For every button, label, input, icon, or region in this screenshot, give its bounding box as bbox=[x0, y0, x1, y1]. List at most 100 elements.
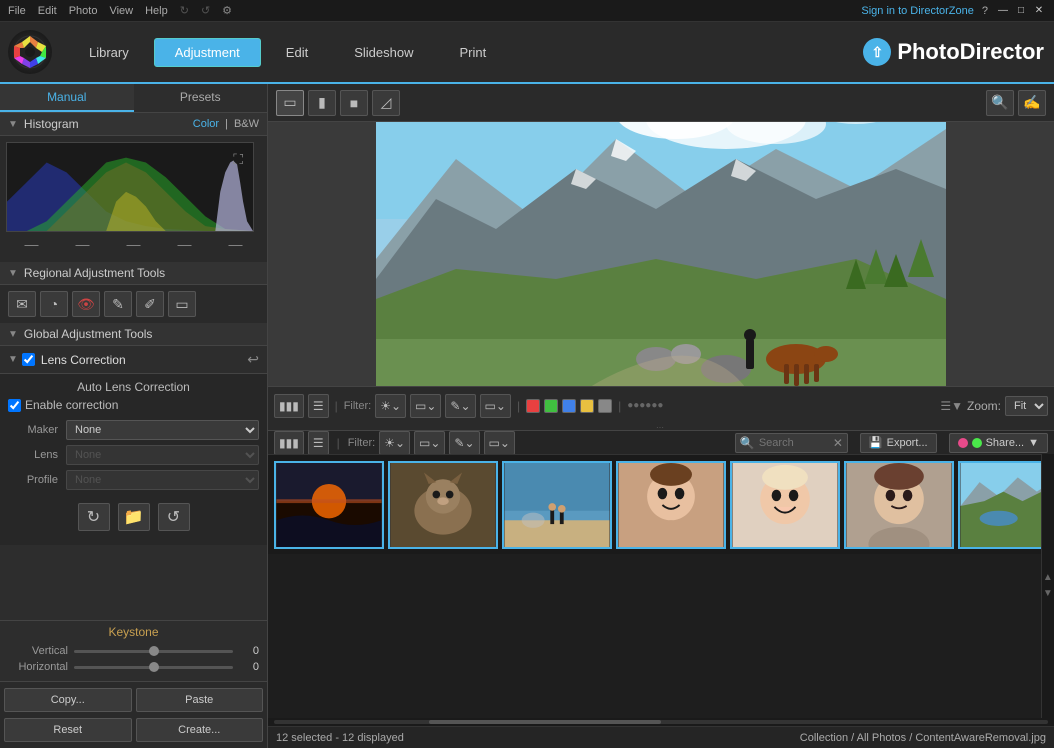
horizontal-slider-thumb[interactable] bbox=[149, 662, 159, 672]
hist-ctrl-3[interactable]: — bbox=[127, 236, 141, 252]
view-fullscreen-btn[interactable]: ◿ bbox=[372, 90, 400, 116]
rect-tool[interactable]: ▭ bbox=[168, 291, 196, 317]
rotate-ccw-icon[interactable]: ↺ bbox=[158, 503, 190, 531]
eye-tool[interactable]: 👁 bbox=[72, 291, 100, 317]
vertical-slider-track[interactable] bbox=[74, 650, 233, 653]
maker-select[interactable]: None bbox=[66, 420, 259, 440]
rotate-cw-icon[interactable]: ↻ bbox=[78, 503, 110, 531]
view-filmstrip-btn[interactable]: ▮▮▮ bbox=[274, 394, 304, 418]
filmstrip-list-btn[interactable]: ☰ bbox=[308, 431, 329, 455]
tab-print[interactable]: Print bbox=[438, 38, 507, 67]
filmstrip-filter-all[interactable]: ☀⌄ bbox=[379, 431, 410, 455]
export-button[interactable]: 💾 Export... bbox=[860, 433, 937, 453]
search-input[interactable] bbox=[759, 437, 829, 449]
tab-library[interactable]: Library bbox=[68, 38, 150, 67]
toolbar-settings-icon[interactable]: ⚙ bbox=[222, 4, 232, 17]
lens-correction-checkbox[interactable] bbox=[22, 353, 35, 366]
view-grid-btn[interactable]: ■ bbox=[340, 90, 368, 116]
close-button[interactable]: ✕ bbox=[1032, 4, 1046, 18]
hist-ctrl-5[interactable]: — bbox=[229, 236, 243, 252]
histogram-color-btn[interactable]: Color bbox=[193, 118, 219, 130]
minimize-button[interactable]: — bbox=[996, 4, 1010, 18]
filmstrip-thumb-2[interactable] bbox=[388, 461, 498, 549]
regional-tools-header[interactable]: ▼ Regional Adjustment Tools bbox=[0, 262, 267, 285]
color-filter-green[interactable] bbox=[544, 399, 558, 413]
search-box[interactable]: 🔍 ✕ bbox=[735, 433, 848, 453]
folder-icon[interactable]: 📁 bbox=[118, 503, 150, 531]
toolbar-forward-icon[interactable]: ↺ bbox=[201, 4, 210, 17]
view-single-btn[interactable]: ▭ bbox=[276, 90, 304, 116]
tab-edit[interactable]: Edit bbox=[265, 38, 329, 67]
filter-brush-btn[interactable]: ✎⌄ bbox=[445, 394, 475, 418]
reset-button[interactable]: Reset bbox=[4, 718, 132, 742]
maximize-button[interactable]: □ bbox=[1014, 4, 1028, 18]
menu-file[interactable]: File bbox=[8, 5, 26, 17]
filter-extra-btn[interactable]: ▭⌄ bbox=[480, 394, 511, 418]
tab-slideshow[interactable]: Slideshow bbox=[333, 38, 434, 67]
zoom-tool-btn[interactable]: 🔍 bbox=[986, 90, 1014, 116]
share-dropdown-icon[interactable]: ▼ bbox=[1028, 437, 1039, 449]
lens-select[interactable]: None bbox=[66, 445, 259, 465]
filmstrip-filter-brush[interactable]: ✎⌄ bbox=[449, 431, 479, 455]
search-clear-icon[interactable]: ✕ bbox=[833, 436, 843, 450]
filmstrip-thumb-3[interactable] bbox=[502, 461, 612, 549]
filmstrip-filter-extra[interactable]: ▭⌄ bbox=[484, 431, 515, 455]
color-filter-red[interactable] bbox=[526, 399, 540, 413]
filmstrip-thumb-4[interactable] bbox=[616, 461, 726, 549]
scroll-down-arrow[interactable]: ▼ bbox=[1043, 586, 1053, 602]
view-list-btn[interactable]: ☰ bbox=[308, 394, 329, 418]
crop-tool[interactable]: ✉ bbox=[8, 291, 36, 317]
global-tools-header[interactable]: ▼ Global Adjustment Tools bbox=[0, 323, 267, 346]
lens-correction-header[interactable]: ▼ Lens Correction ↩ bbox=[0, 346, 267, 374]
thumb-2-image bbox=[390, 463, 496, 547]
tab-presets[interactable]: Presets bbox=[134, 84, 268, 112]
gradient-tool[interactable]: ◔ bbox=[40, 291, 68, 317]
toolbar-back-icon[interactable]: ↻ bbox=[180, 4, 189, 17]
help-icon[interactable]: ? bbox=[982, 5, 988, 17]
filmstrip-thumb-5[interactable] bbox=[730, 461, 840, 549]
filmstrip-thumb-7[interactable]: ✏ bbox=[958, 461, 1041, 549]
scrollbar-track[interactable] bbox=[274, 720, 1048, 724]
vertical-slider-thumb[interactable] bbox=[149, 646, 159, 656]
color-filter-blue[interactable] bbox=[562, 399, 576, 413]
enable-correction-checkbox[interactable] bbox=[8, 399, 21, 412]
lens-reset-icon[interactable]: ↩ bbox=[247, 351, 259, 368]
zoom-select[interactable]: Fit bbox=[1005, 396, 1048, 416]
hist-ctrl-4[interactable]: — bbox=[178, 236, 192, 252]
copy-button[interactable]: Copy... bbox=[4, 688, 132, 712]
filmstrip-thumb-1[interactable] bbox=[274, 461, 384, 549]
sort-icon[interactable]: ☰▼ bbox=[940, 399, 963, 413]
create-button[interactable]: Create... bbox=[136, 718, 264, 742]
histogram-bw-btn[interactable]: B&W bbox=[234, 118, 259, 130]
hist-ctrl-1[interactable]: — bbox=[25, 236, 39, 252]
hist-ctrl-2[interactable]: — bbox=[76, 236, 90, 252]
menu-photo[interactable]: Photo bbox=[69, 5, 98, 17]
sign-in-link[interactable]: Sign in to DirectorZone bbox=[861, 5, 974, 17]
stamp-tool[interactable]: ✐ bbox=[136, 291, 164, 317]
color-filter-gray[interactable] bbox=[598, 399, 612, 413]
view-compare-btn[interactable]: ▮ bbox=[308, 90, 336, 116]
paste-button[interactable]: Paste bbox=[136, 688, 264, 712]
tab-adjustment[interactable]: Adjustment bbox=[154, 38, 261, 67]
filter-all-btn[interactable]: ☀⌄ bbox=[375, 394, 406, 418]
scroll-up-arrow[interactable]: ▲ bbox=[1043, 570, 1053, 586]
filmstrip-thumb-6[interactable] bbox=[844, 461, 954, 549]
filmstrip-filter-flag[interactable]: ▭⌄ bbox=[414, 431, 445, 455]
scrollbar-thumb[interactable] bbox=[429, 720, 661, 724]
horizontal-slider-track[interactable] bbox=[74, 666, 233, 669]
color-filter-yellow[interactable] bbox=[580, 399, 594, 413]
tab-manual[interactable]: Manual bbox=[0, 84, 134, 112]
share-button[interactable]: Share... ▼ bbox=[949, 433, 1048, 453]
histogram-expand-icon[interactable]: ⛶ bbox=[233, 151, 243, 168]
profile-select[interactable]: None bbox=[66, 470, 259, 490]
menu-help[interactable]: Help bbox=[145, 5, 168, 17]
hand-tool-btn[interactable]: ✍ bbox=[1018, 90, 1046, 116]
histogram-header[interactable]: ▼ Histogram Color | B&W bbox=[0, 113, 267, 136]
filter-flag-btn[interactable]: ▭⌄ bbox=[410, 394, 441, 418]
filmstrip-scrollbar bbox=[268, 718, 1054, 726]
menu-view[interactable]: View bbox=[109, 5, 133, 17]
center-panel: ▭ ▮ ■ ◿ 🔍 ✍ bbox=[268, 84, 1054, 748]
filmstrip-grid-btn[interactable]: ▮▮▮ bbox=[274, 431, 304, 455]
brush-tool[interactable]: ✎ bbox=[104, 291, 132, 317]
menu-edit[interactable]: Edit bbox=[38, 5, 57, 17]
